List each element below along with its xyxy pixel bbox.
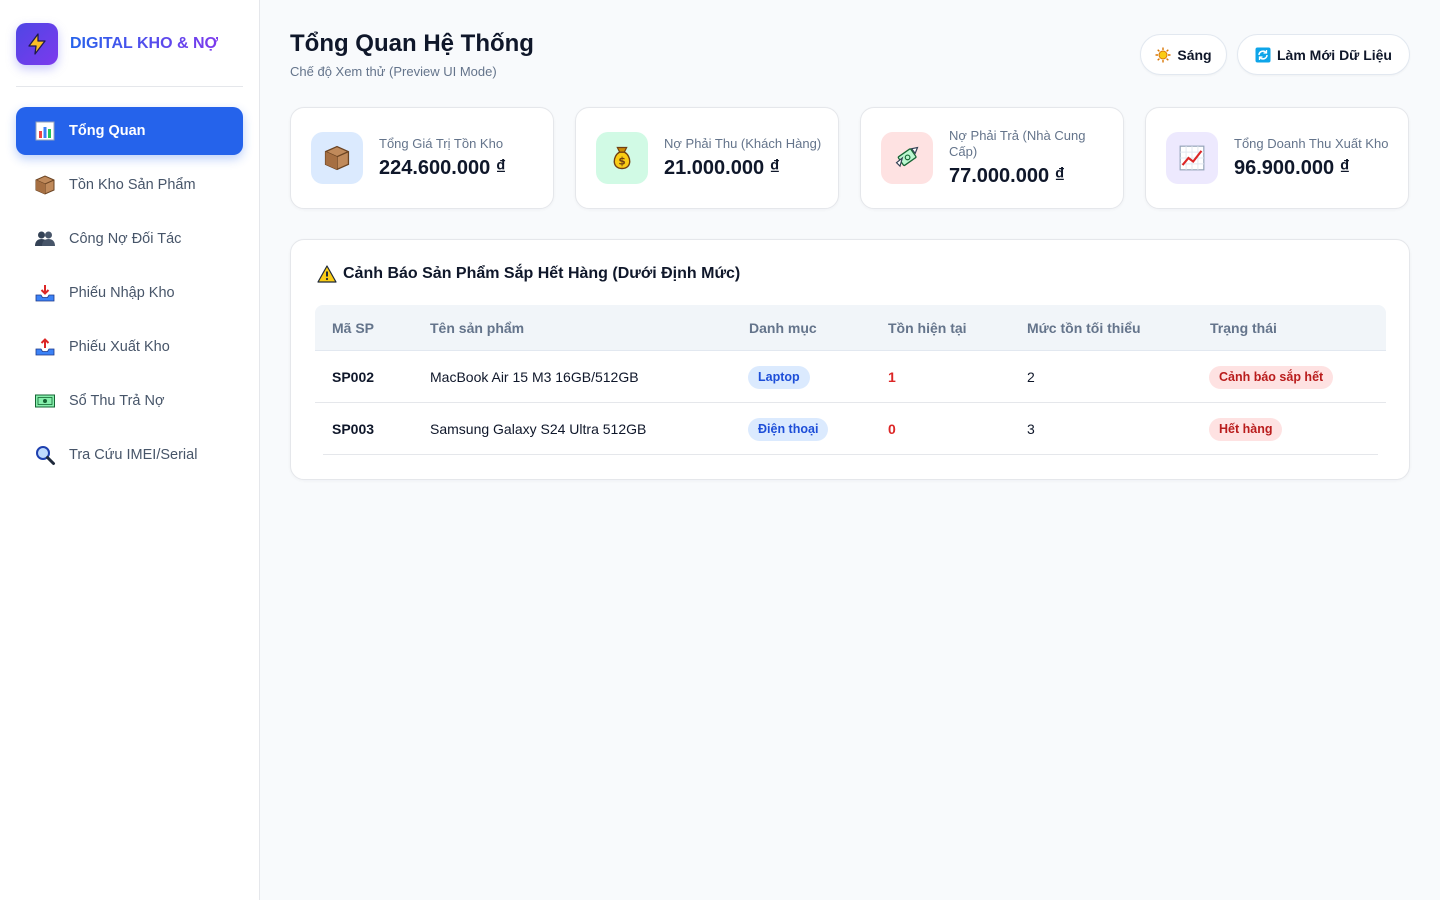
stat-label: Nợ Phải Trả (Nhà Cung Cấp) bbox=[949, 128, 1086, 159]
sun-icon bbox=[1155, 47, 1171, 63]
stat-card-payables: Nợ Phải Trả (Nhà Cung Cấp) 77.000.000 ₫ bbox=[860, 107, 1124, 209]
status-badge: Hết hàng bbox=[1209, 418, 1283, 441]
page-subtitle: Chế độ Xem thử (Preview UI Mode) bbox=[290, 64, 497, 79]
magnifier-icon bbox=[34, 444, 56, 466]
stat-label: Nợ Phải Thu (Khách Hàng) bbox=[664, 136, 822, 151]
column-header-stock: Tồn hiện tại bbox=[888, 320, 967, 336]
stat-card-inventory-value: Tổng Giá Trị Tồn Kho 224.600.000 ₫ bbox=[290, 107, 554, 209]
theme-toggle-label: Sáng bbox=[1177, 46, 1212, 63]
cell-code: SP002 bbox=[332, 369, 375, 385]
column-header-status: Trạng thái bbox=[1210, 320, 1277, 336]
sidebar-item-tra-cuu[interactable]: Tra Cứu IMEI/Serial bbox=[16, 431, 243, 479]
page-title: Tổng Quan Hệ Thống bbox=[290, 30, 534, 57]
stat-value: 96.900.000 ₫ bbox=[1234, 157, 1350, 179]
sidebar-item-label: Tổng Quan bbox=[69, 123, 146, 139]
package-icon bbox=[311, 132, 363, 184]
sidebar-item-label: Công Nợ Đối Tác bbox=[69, 231, 182, 247]
cell-name: Samsung Galaxy S24 Ultra 512GB bbox=[430, 421, 647, 437]
warning-icon bbox=[317, 265, 337, 283]
sidebar-item-label: Phiếu Nhập Kho bbox=[69, 285, 175, 301]
bar-chart-icon bbox=[34, 120, 56, 142]
stat-card-revenue: Tổng Doanh Thu Xuất Kho 96.900.000 ₫ bbox=[1145, 107, 1409, 209]
sidebar-item-cong-no[interactable]: Công Nợ Đối Tác bbox=[16, 215, 243, 263]
cell-stock: 1 bbox=[888, 369, 896, 385]
table-row[interactable]: SP002 MacBook Air 15 M3 16GB/512GB Lapto… bbox=[315, 351, 1386, 403]
sidebar-item-phieu-nhap[interactable]: Phiếu Nhập Kho bbox=[16, 269, 243, 317]
money-bag-icon: $ bbox=[596, 132, 648, 184]
lightning-icon bbox=[16, 23, 58, 65]
cell-code: SP003 bbox=[332, 421, 375, 437]
panel-title-text: Cảnh Báo Sản Phẩm Sắp Hết Hàng (Dưới Địn… bbox=[343, 265, 741, 282]
refresh-data-button[interactable]: Làm Mới Dữ Liệu bbox=[1237, 34, 1410, 75]
category-badge: Laptop bbox=[748, 366, 810, 389]
column-header-code: Mã SP bbox=[332, 320, 375, 336]
outbox-tray-icon bbox=[34, 336, 56, 358]
brand-name: DIGITAL KHO & NỢ bbox=[70, 35, 219, 52]
low-stock-alert-panel: Cảnh Báo Sản Phẩm Sắp Hết Hàng (Dưới Địn… bbox=[290, 239, 1410, 480]
sidebar-item-label: Tra Cứu IMEI/Serial bbox=[69, 447, 198, 463]
sidebar-item-label: Tồn Kho Sản Phẩm bbox=[69, 177, 196, 193]
cell-stock: 0 bbox=[888, 421, 896, 437]
sidebar-item-phieu-xuat[interactable]: Phiếu Xuất Kho bbox=[16, 323, 243, 371]
package-icon bbox=[34, 174, 56, 196]
cell-min-stock: 2 bbox=[1027, 369, 1035, 385]
sidebar-item-tong-quan[interactable]: Tổng Quan bbox=[16, 107, 243, 155]
stat-card-receivables: $ Nợ Phải Thu (Khách Hàng) 21.000.000 ₫ bbox=[575, 107, 839, 209]
sidebar-item-label: Phiếu Xuất Kho bbox=[69, 339, 170, 355]
cell-name: MacBook Air 15 M3 16GB/512GB bbox=[430, 369, 639, 385]
divider bbox=[16, 86, 243, 87]
theme-toggle-button[interactable]: Sáng bbox=[1140, 34, 1227, 75]
stat-value: 77.000.000 ₫ bbox=[949, 165, 1065, 187]
brand[interactable]: DIGITAL KHO & NỢ bbox=[16, 23, 218, 65]
sidebar: DIGITAL KHO & NỢ Tổng Quan Tồn Kho Sản P… bbox=[0, 0, 260, 900]
users-icon bbox=[34, 228, 56, 250]
ledger-icon bbox=[34, 390, 56, 412]
table-row[interactable]: SP003 Samsung Galaxy S24 Ultra 512GB Điệ… bbox=[323, 403, 1378, 455]
stat-label: Tổng Giá Trị Tồn Kho bbox=[379, 136, 504, 151]
money-wings-icon bbox=[881, 132, 933, 184]
refresh-data-label: Làm Mới Dữ Liệu bbox=[1277, 46, 1392, 63]
sidebar-nav: Tổng Quan Tồn Kho Sản Phẩm Công Nợ Đối T… bbox=[16, 107, 243, 485]
stat-value: 224.600.000 ₫ bbox=[379, 157, 507, 179]
inbox-tray-icon bbox=[34, 282, 56, 304]
refresh-icon bbox=[1255, 47, 1271, 63]
stat-label: Tổng Doanh Thu Xuất Kho bbox=[1234, 136, 1389, 151]
sidebar-item-label: Sổ Thu Trả Nợ bbox=[69, 393, 165, 409]
column-header-name: Tên sản phẩm bbox=[430, 320, 525, 336]
sidebar-item-ton-kho[interactable]: Tồn Kho Sản Phẩm bbox=[16, 161, 243, 209]
table-header: Mã SP Tên sản phẩm Danh mục Tồn hiện tại… bbox=[315, 305, 1386, 351]
category-badge: Điện thoại bbox=[748, 418, 829, 441]
panel-title: Cảnh Báo Sản Phẩm Sắp Hết Hàng (Dưới Địn… bbox=[317, 265, 740, 283]
cell-min-stock: 3 bbox=[1027, 421, 1035, 437]
status-badge: Cảnh báo sắp hết bbox=[1209, 366, 1334, 389]
column-header-min-stock: Mức tồn tối thiểu bbox=[1027, 320, 1141, 336]
stat-value: 21.000.000 ₫ bbox=[664, 157, 780, 179]
column-header-category: Danh mục bbox=[749, 320, 817, 336]
sidebar-item-so-thu-tra-no[interactable]: Sổ Thu Trả Nợ bbox=[16, 377, 243, 425]
chart-up-icon bbox=[1166, 132, 1218, 184]
svg-text:$: $ bbox=[618, 155, 625, 167]
